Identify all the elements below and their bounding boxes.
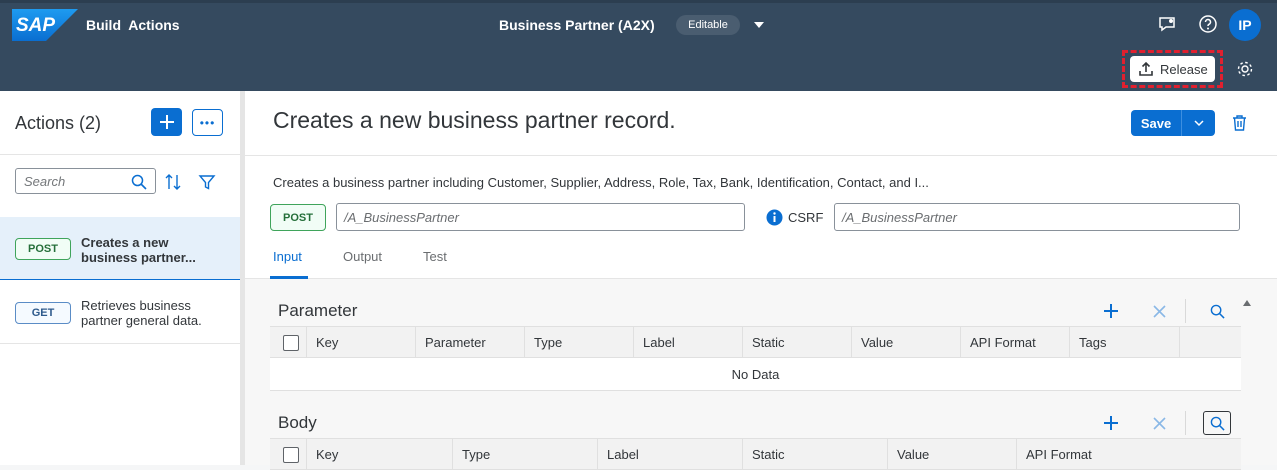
info-icon[interactable] <box>766 209 783 226</box>
actions-list-pane: Actions (2) ••• Search POST Creates a ne… <box>0 91 240 465</box>
app-title: Build Actions <box>86 17 180 33</box>
upload-icon <box>1139 61 1153 76</box>
divider <box>245 155 1277 156</box>
delete-icon[interactable] <box>1231 114 1248 132</box>
list-item-get[interactable]: GET Retrieves business partner general d… <box>0 281 240 344</box>
remove-body-icon[interactable] <box>1153 417 1166 430</box>
column-header[interactable]: Key <box>306 327 416 357</box>
tab-output[interactable]: Output <box>343 249 382 264</box>
csrf-label: CSRF <box>788 210 824 225</box>
object-title[interactable]: Business Partner (A2X) <box>499 17 655 33</box>
search-icon <box>1210 304 1225 319</box>
action-description: Creates a business partner including Cus… <box>273 175 929 190</box>
list-item-label: Retrieves business partner general data. <box>81 298 202 328</box>
release-button[interactable]: Release <box>1130 56 1215 82</box>
title-dropdown-icon[interactable] <box>752 18 766 32</box>
user-avatar[interactable]: IP <box>1229 9 1261 41</box>
column-header[interactable]: Parameter <box>415 327 525 357</box>
sap-logo-text: SAP <box>16 15 55 36</box>
search-parameter-button[interactable] <box>1203 299 1231 323</box>
column-header-empty <box>1179 327 1241 357</box>
feedback-icon[interactable] <box>1157 14 1177 34</box>
chevron-down-icon <box>1193 120 1204 127</box>
plus-icon <box>159 115 174 129</box>
divider <box>1185 299 1186 323</box>
path-input[interactable]: /A_BusinessPartner <box>336 203 745 231</box>
add-parameter-icon[interactable] <box>1103 303 1119 319</box>
list-item-post[interactable]: POST Creates a new business partner... <box>0 217 240 280</box>
divider <box>1185 411 1186 435</box>
editable-badge: Editable <box>676 15 740 35</box>
remove-parameter-icon[interactable] <box>1153 305 1166 318</box>
body-table-header: Key Type Label Static Value API Format <box>270 438 1241 470</box>
divider <box>0 154 240 155</box>
action-detail-pane: Creates a new business partner record. S… <box>245 91 1277 470</box>
select-all-checkbox[interactable] <box>283 335 299 351</box>
add-action-button[interactable] <box>151 108 182 136</box>
help-icon[interactable] <box>1198 14 1218 34</box>
scroll-up-icon[interactable] <box>1243 299 1251 307</box>
column-header[interactable]: API Format <box>960 327 1070 357</box>
column-header[interactable]: Tags <box>1069 327 1179 357</box>
tab-input[interactable]: Input <box>273 249 302 264</box>
csrf-path-input[interactable]: /A_BusinessPartner <box>834 203 1240 231</box>
page-title: Creates a new business partner record. <box>273 107 676 133</box>
method-badge: POST <box>15 238 71 260</box>
search-icon[interactable] <box>131 174 147 190</box>
column-header[interactable]: Static <box>742 327 852 357</box>
sap-logo[interactable]: SAP <box>12 9 78 41</box>
shell-bar: SAP Build Actions Business Partner (A2X)… <box>0 0 1277 91</box>
more-options-button[interactable]: ••• <box>192 109 223 136</box>
tab-test[interactable]: Test <box>423 249 447 264</box>
save-button[interactable]: Save <box>1131 110 1215 136</box>
search-icon <box>1210 416 1225 431</box>
select-all-checkbox[interactable] <box>283 447 299 463</box>
no-data-row: No Data <box>270 358 1241 391</box>
parameter-section-title: Parameter <box>278 301 358 320</box>
release-label: Release <box>1160 61 1208 77</box>
search-body-button[interactable] <box>1203 411 1231 435</box>
method-badge: GET <box>15 302 71 324</box>
save-label[interactable]: Save <box>1131 110 1182 136</box>
shell-top-strip <box>0 0 1277 3</box>
save-menu-button[interactable] <box>1182 110 1215 136</box>
add-body-icon[interactable] <box>1103 415 1119 431</box>
settings-gear-icon[interactable] <box>1236 60 1254 78</box>
actions-title: Actions (2) <box>15 113 102 133</box>
column-header[interactable]: Type <box>524 327 634 357</box>
sort-icon[interactable] <box>164 173 182 191</box>
list-item-label: Creates a new business partner... <box>81 235 196 265</box>
method-badge-post[interactable]: POST <box>270 204 326 231</box>
body-section-title: Body <box>278 413 317 432</box>
filter-icon[interactable] <box>198 173 216 191</box>
parameter-table-header: Key Parameter Type Label Static Value AP… <box>270 326 1241 358</box>
column-header[interactable]: Value <box>851 327 961 357</box>
column-header[interactable]: Label <box>633 327 743 357</box>
